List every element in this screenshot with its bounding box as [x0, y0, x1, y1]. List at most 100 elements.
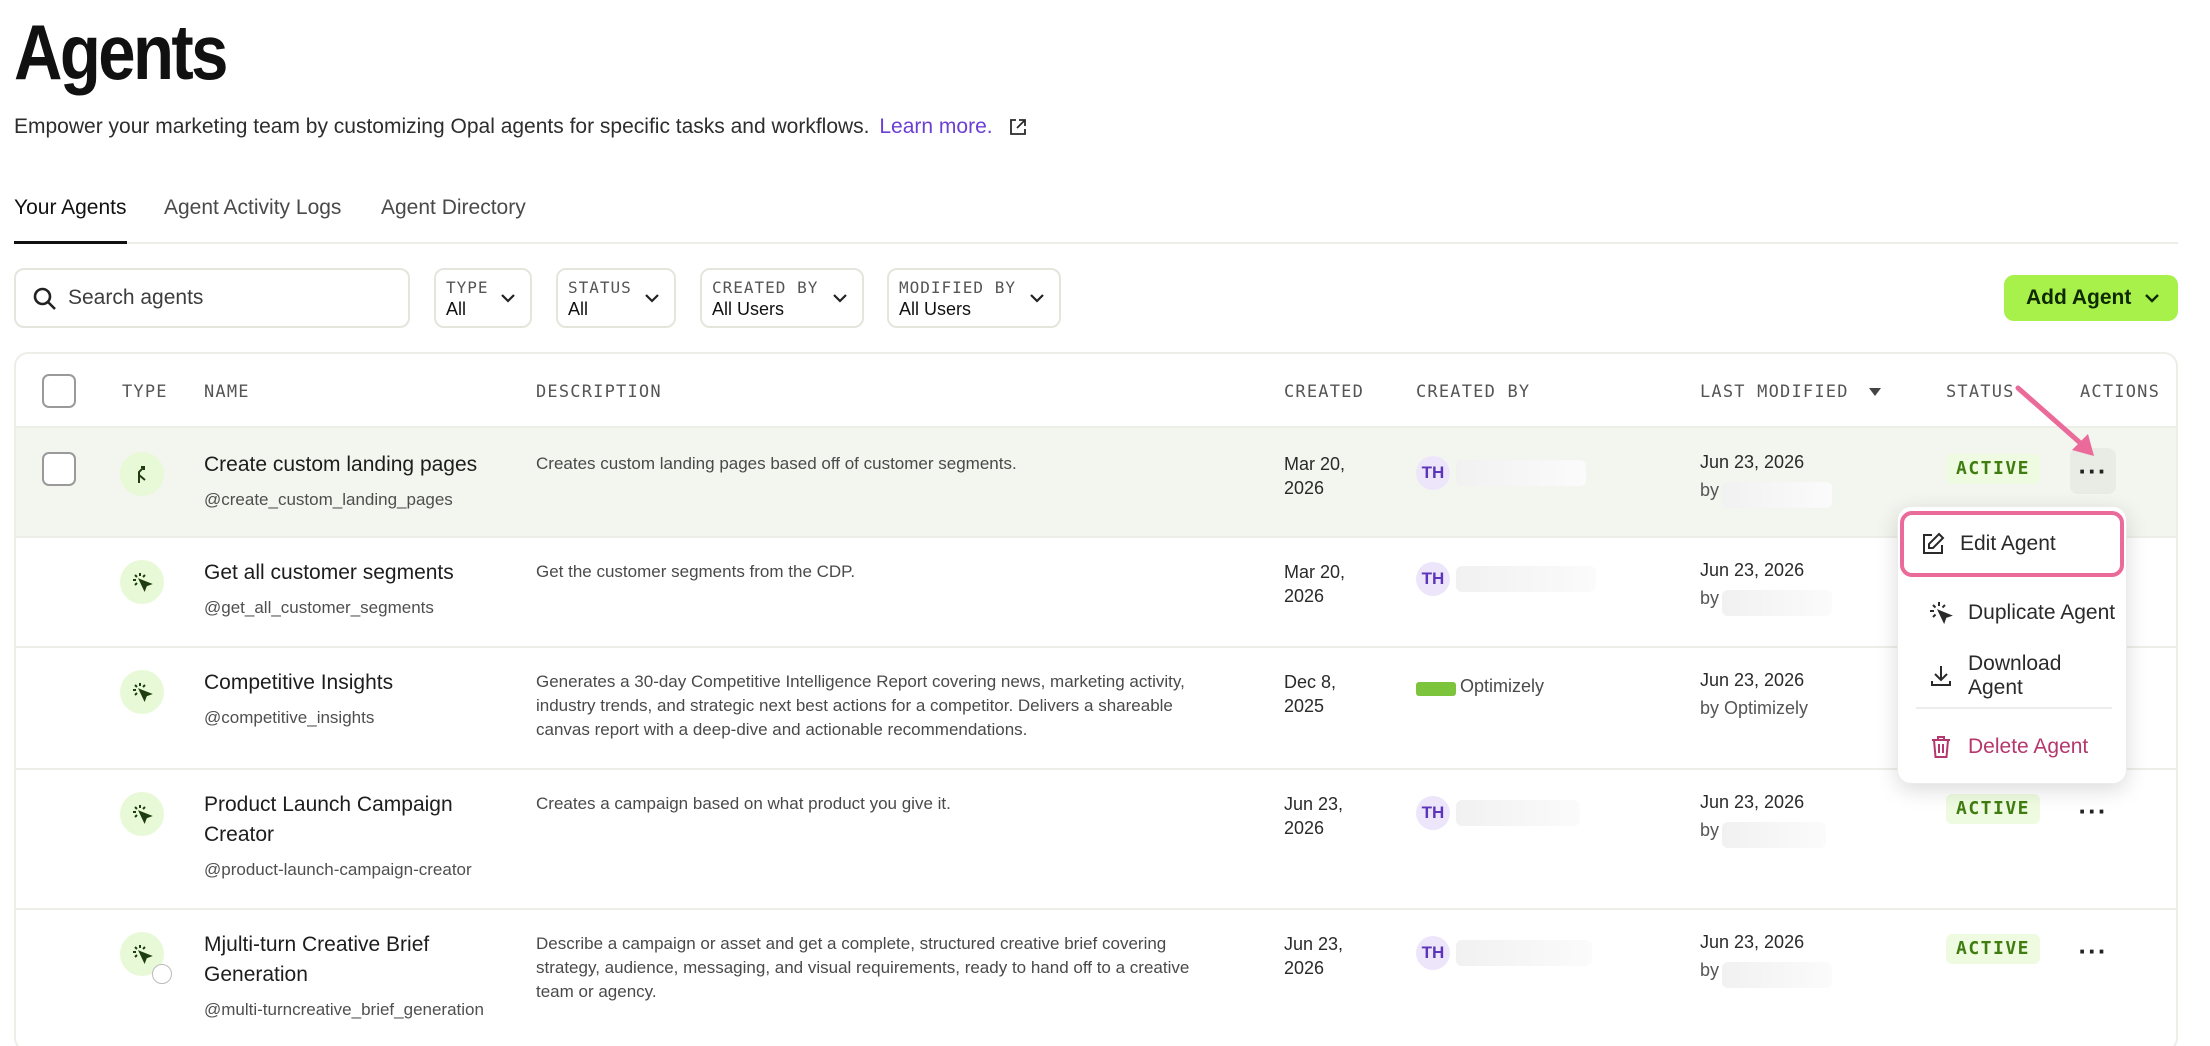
column-header-last-modified[interactable]: LAST MODIFIED	[1700, 382, 1882, 402]
modified-date: Jun 23, 2026	[1700, 452, 1805, 472]
agent-handle: @competitive_insights	[204, 708, 375, 727]
created-date: Jun 23, 2026	[1284, 932, 1374, 980]
avatar: TH	[1416, 456, 1450, 490]
created-line: Mar 20,	[1284, 562, 1346, 582]
modified-by-filter[interactable]: MODIFIED BY All Users	[887, 268, 1061, 328]
agent-description: Describe a campaign or asset and get a c…	[536, 934, 1190, 1001]
select-all-checkbox[interactable]	[42, 374, 76, 408]
agents-table: TYPE NAME DESCRIPTION CREATED CREATED BY…	[14, 352, 2178, 1046]
menu-item-label: Delete Agent	[1968, 735, 2089, 758]
duplicate-agent-menu-item[interactable]: Duplicate Agent	[1912, 587, 2116, 639]
subtitle-text: Empower your marketing team by customizi…	[14, 115, 870, 138]
optimizely-logo	[1416, 682, 1456, 696]
modified-by: by	[1700, 960, 1720, 980]
avatar: TH	[1416, 562, 1450, 596]
created-line: 2026	[1284, 586, 1325, 606]
avatar: TH	[1416, 936, 1450, 970]
annotation-arrow	[2015, 385, 2094, 456]
filter-value: All Users	[712, 299, 785, 319]
more-actions-button[interactable]: ···	[2070, 928, 2116, 974]
created-line: Jun 23,	[1284, 794, 1344, 814]
agent-handle: @get_all_customer_segments	[204, 598, 434, 617]
modified-date: Jun 23, 2026	[1700, 670, 1805, 690]
download-agent-menu-item[interactable]: Download Agent	[1912, 650, 2116, 702]
agent-description: Creates custom landing pages based off o…	[536, 454, 1017, 473]
modified-by: by Optimizely	[1700, 698, 1809, 718]
filter-label: CREATED BY	[712, 278, 819, 297]
menu-item-label: Download Agent	[1968, 652, 2062, 699]
redacted-name	[1722, 590, 1832, 616]
last-modified-label: LAST MODIFIED	[1700, 382, 1849, 402]
tab-your-agents[interactable]: Your Agents	[14, 196, 127, 244]
column-header-created-by: CREATED BY	[1416, 382, 1531, 402]
specialized-agent-icon	[120, 670, 164, 714]
search-placeholder: Search agents	[68, 286, 204, 309]
agent-name[interactable]: Get all customer segments	[204, 558, 504, 588]
agent-name[interactable]: Competitive Insights	[204, 668, 504, 698]
tab-agent-activity-logs[interactable]: Agent Activity Logs	[164, 196, 341, 242]
column-header-status: STATUS	[1946, 382, 2015, 402]
modified-by: by	[1700, 480, 1720, 500]
chevron-down-icon	[645, 294, 659, 303]
created-by-filter[interactable]: CREATED BY All Users	[700, 268, 864, 328]
type-filter[interactable]: TYPE All	[434, 268, 532, 328]
table-row[interactable]: Get all customer segments @get_all_custo…	[16, 536, 2176, 646]
agent-name[interactable]: Create custom landing pages	[204, 450, 504, 480]
search-icon	[33, 287, 56, 310]
redacted-name	[1456, 460, 1586, 486]
created-line: 2026	[1284, 818, 1325, 838]
edit-icon	[1923, 532, 1945, 554]
external-link-icon[interactable]	[1008, 117, 1028, 143]
table-row[interactable]: Create custom landing pages @create_cust…	[16, 426, 2176, 536]
row-checkbox[interactable]	[42, 452, 76, 486]
menu-divider	[1916, 707, 2112, 709]
agent-actions-menu: Edit Agent Duplicate Agent Download Agen…	[1897, 506, 2127, 784]
table-row[interactable]: Product Launch Campaign Creator @product…	[16, 768, 2176, 908]
agent-name[interactable]: Mjulti-turn Creative Brief Generation	[204, 930, 504, 990]
tab-agent-directory[interactable]: Agent Directory	[381, 196, 526, 242]
agent-handle: @multi-turncreative_brief_generation	[204, 1000, 484, 1019]
download-icon	[1931, 666, 1951, 686]
specialized-agent-icon	[120, 560, 164, 604]
learn-more-link[interactable]: Learn more.	[879, 115, 992, 138]
creator-name: Optimizely	[1460, 676, 1545, 696]
table-row[interactable]: Competitive Insights @competitive_insigh…	[16, 646, 2176, 768]
page-title: Agents	[14, 8, 228, 96]
sort-desc-icon[interactable]	[1868, 387, 1882, 397]
status-filter[interactable]: STATUS All	[556, 268, 676, 328]
agent-description: Generates a 30-day Competitive Intellige…	[536, 672, 1185, 739]
created-line: 2025	[1284, 696, 1325, 716]
chevron-down-icon	[2145, 294, 2159, 303]
created-date: Mar 20, 2026	[1284, 560, 1374, 608]
created-date: Jun 23, 2026	[1284, 792, 1374, 840]
tab-bar: Your Agents Agent Activity Logs Agent Di…	[14, 196, 2178, 244]
menu-item-label: Duplicate Agent	[1968, 601, 2116, 624]
created-date: Mar 20, 2026	[1284, 452, 1374, 500]
menu-item-label: Edit Agent	[1960, 532, 2056, 555]
add-agent-button[interactable]: Add Agent	[2004, 275, 2178, 321]
multi-turn-badge-icon	[152, 964, 172, 984]
redacted-name	[1722, 822, 1826, 848]
column-header-name: NAME	[204, 382, 250, 402]
modified-by: by	[1700, 588, 1720, 608]
redacted-name	[1456, 940, 1592, 966]
search-input[interactable]: Search agents	[14, 268, 410, 328]
created-line: Mar 20,	[1284, 454, 1346, 474]
column-header-description: DESCRIPTION	[536, 382, 662, 402]
add-agent-label: Add Agent	[2026, 286, 2132, 309]
redacted-name	[1456, 800, 1580, 826]
duplicate-icon	[1930, 602, 1953, 625]
delete-agent-menu-item[interactable]: Delete Agent	[1912, 721, 2116, 773]
more-actions-button[interactable]: ···	[2070, 788, 2116, 834]
modified-date: Jun 23, 2026	[1700, 560, 1805, 580]
table-row[interactable]: Mjulti-turn Creative Brief Generation @m…	[16, 908, 2176, 1046]
edit-agent-menu-item[interactable]: Edit Agent	[1900, 511, 2124, 577]
created-line: Jun 23,	[1284, 934, 1344, 954]
created-date: Dec 8, 2025	[1284, 670, 1374, 718]
redacted-name	[1722, 482, 1832, 508]
filter-value: All Users	[899, 299, 972, 319]
modified-by: by	[1700, 820, 1720, 840]
agent-description: Creates a campaign based on what product…	[536, 794, 951, 813]
column-header-type: TYPE	[122, 382, 168, 402]
agent-name[interactable]: Product Launch Campaign Creator	[204, 790, 504, 850]
